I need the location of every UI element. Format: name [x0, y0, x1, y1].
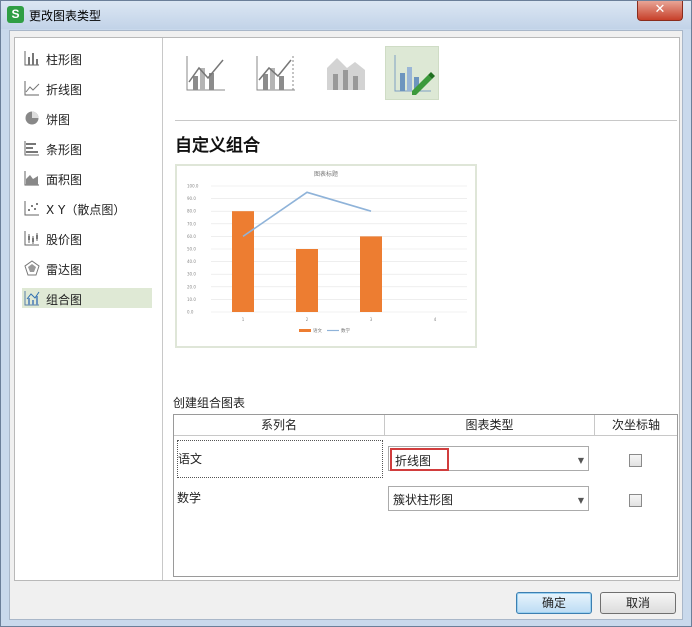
series-name-chinese[interactable]: 语文	[177, 440, 383, 478]
separator	[175, 120, 677, 121]
chart-type-value: 簇状柱形图	[393, 493, 454, 507]
sidebar-item-label: 组合图	[46, 293, 83, 307]
chart-preview: 图表标题 0.0 10.0 20.0 30.0 40.0 50.0 60.0 70.0 80.0 9…	[175, 164, 477, 348]
preview-chart-title: 图表标题	[314, 170, 338, 178]
sidebar-item-label: 股价图	[46, 233, 83, 247]
legend-label: 数学	[341, 327, 350, 334]
y-tick-label: 10.0	[187, 297, 196, 302]
area-chart-icon	[24, 171, 39, 186]
close-button[interactable]: ✕	[637, 1, 683, 21]
sidebar-item-radar[interactable]: 雷达图	[22, 258, 152, 278]
sidebar-item-label: 饼图	[46, 113, 71, 127]
sidebar-item-label: 折线图	[46, 83, 83, 97]
pie-chart-icon	[25, 111, 39, 125]
dialog-title: 更改图表类型	[29, 9, 102, 23]
clustered-column-line-secondary-axis-icon	[256, 56, 295, 91]
header-secondary-axis: 次坐标轴	[595, 415, 677, 436]
y-tick-label: 90.0	[187, 196, 196, 201]
y-tick-label: 60.0	[187, 234, 196, 239]
x-tick-label: 1	[242, 317, 245, 322]
cancel-button[interactable]: 取消	[600, 592, 676, 614]
y-tick-label: 80.0	[187, 209, 196, 214]
sidebar-item-pie[interactable]: 饼图	[22, 108, 152, 128]
app-icon: S	[7, 6, 24, 23]
custom-combination-icon	[394, 55, 435, 95]
subtype-stacked-area-column[interactable]	[319, 46, 373, 100]
main-pane: 柱形图 折线图 饼图 条形图 面积图 X Y（散点图） 股价图 雷达图 组合图 …	[14, 37, 680, 581]
combo-heading: 自定义组合	[175, 136, 260, 156]
sidebar-item-label: 面积图	[46, 173, 83, 187]
column-bar	[360, 236, 382, 312]
bar-chart-icon	[24, 141, 39, 156]
column-bar	[232, 211, 254, 312]
x-tick-label: 2	[306, 317, 309, 322]
sidebar-item-area[interactable]: 面积图	[22, 168, 152, 188]
change-chart-type-dialog: S 更改图表类型 ✕ 柱形图 折线图 饼图 条形图 面积图 X Y（散点图） 股…	[0, 0, 692, 627]
legend-label: 语文	[313, 327, 322, 334]
chart-type-select-chinese[interactable]: 折线图 ▼	[388, 446, 589, 471]
y-tick-label: 0.0	[187, 310, 194, 315]
subtype-custom-combination[interactable]	[385, 46, 439, 100]
radar-chart-icon	[24, 260, 40, 276]
y-tick-label: 50.0	[187, 247, 196, 252]
sidebar-item-label: X Y（散点图）	[46, 203, 126, 217]
combo-chart-icon	[24, 291, 40, 306]
preview-chart-svg: 图表标题 0.0 10.0 20.0 30.0 40.0 50.0 60.0 70.0 80.0 9…	[187, 170, 467, 334]
secondary-axis-checkbox-math[interactable]	[629, 494, 642, 507]
chart-category-list: 柱形图 折线图 饼图 条形图 面积图 X Y（散点图） 股价图 雷达图 组合图	[15, 38, 163, 580]
dropdown-arrow-icon: ▼	[577, 496, 584, 505]
sidebar-item-bar[interactable]: 条形图	[22, 138, 152, 158]
create-combo-label: 创建组合图表	[173, 396, 246, 410]
sidebar-item-line[interactable]: 折线图	[22, 78, 152, 98]
sidebar-item-label: 条形图	[46, 143, 83, 157]
stock-chart-icon	[24, 231, 39, 246]
title-bar[interactable]: S 更改图表类型 ✕	[1, 1, 691, 29]
subtype-clustered-column-line[interactable]	[179, 46, 233, 100]
legend-swatch	[299, 329, 311, 332]
chart-options-panel: 自定义组合 图表标题 0.0 10.0 20.0 30.0 40.0 50.0 60.0 70.…	[165, 38, 679, 580]
y-tick-label: 40.0	[187, 259, 196, 264]
sidebar-item-column[interactable]: 柱形图	[22, 48, 152, 68]
y-tick-label: 70.0	[187, 221, 196, 226]
close-icon: ✕	[654, 2, 666, 17]
header-chart-type: 图表类型	[385, 415, 594, 436]
column-bar	[296, 249, 318, 312]
series-name-math[interactable]: 数学	[177, 480, 383, 518]
column-chart-icon	[24, 51, 39, 66]
sidebar-item-combo[interactable]: 组合图	[22, 288, 152, 308]
sidebar-item-stock[interactable]: 股价图	[22, 228, 152, 248]
y-tick-label: 30.0	[187, 272, 196, 277]
y-tick-label: 100.0	[187, 184, 199, 189]
scatter-chart-icon	[24, 201, 39, 216]
dropdown-arrow-icon: ▼	[577, 456, 584, 465]
clustered-column-line-icon	[186, 56, 225, 91]
y-tick-label: 20.0	[187, 284, 196, 289]
sidebar-item-label: 柱形图	[46, 53, 83, 67]
line-chart-icon	[24, 81, 40, 96]
ok-button[interactable]: 确定	[516, 592, 592, 614]
chart-type-select-math[interactable]: 簇状柱形图 ▼	[388, 486, 589, 511]
x-tick-label: 3	[370, 317, 373, 322]
stacked-area-clustered-column-icon	[327, 58, 365, 90]
line-series	[242, 191, 372, 238]
x-tick-label: 4	[434, 317, 437, 322]
secondary-axis-checkbox-chinese[interactable]	[629, 454, 642, 467]
dialog-body: 柱形图 折线图 饼图 条形图 面积图 X Y（散点图） 股价图 雷达图 组合图 …	[9, 30, 683, 620]
subtype-column-line-secondary-axis[interactable]	[249, 46, 303, 100]
combo-series-table: 系列名 图表类型 次坐标轴 语文 折线图 ▼ 数学 簇状柱形图 ▼	[173, 414, 678, 577]
sidebar-item-scatter[interactable]: X Y（散点图）	[22, 198, 152, 218]
header-series-name: 系列名	[174, 415, 384, 436]
sidebar-item-label: 雷达图	[46, 263, 83, 277]
chart-type-value: 折线图	[390, 448, 450, 471]
